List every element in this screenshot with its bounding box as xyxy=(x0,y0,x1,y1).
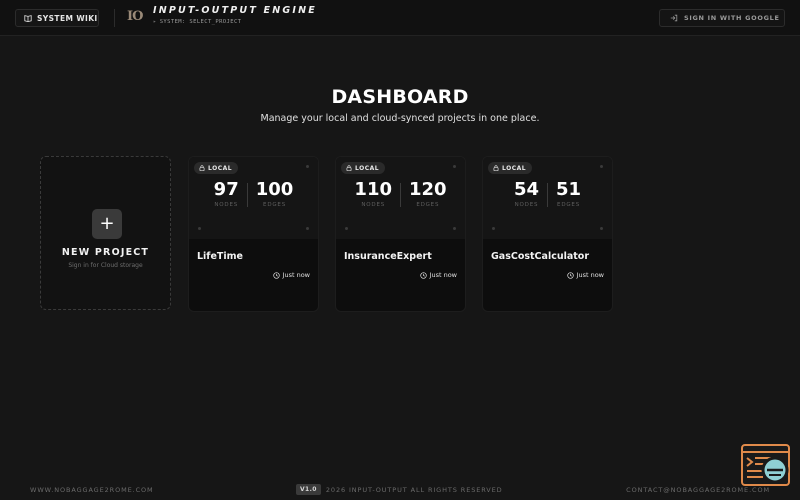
nodes-label: NODES xyxy=(361,202,386,208)
nodes-count: 97 xyxy=(213,179,239,200)
console-widget-icon xyxy=(741,444,790,486)
project-card[interactable]: LOCAL 97 NODES 100 EDGES LifeTime Just n… xyxy=(188,156,319,312)
version-badge: V1.0 xyxy=(296,484,321,495)
app-title: INPUT-OUTPUT ENGINE xyxy=(153,5,317,16)
app-logo[interactable]: IO xyxy=(127,10,147,24)
system-status-text: SYSTEM: SELECT_PROJECT xyxy=(159,19,242,25)
app-logo-text: IO xyxy=(127,9,143,24)
sign-in-google-button[interactable]: SIGN IN WITH GOOGLE xyxy=(659,9,785,27)
nodes-stat: 97 NODES xyxy=(206,179,247,208)
status-badge-label: LOCAL xyxy=(355,164,380,172)
project-card[interactable]: LOCAL 54 NODES 51 EDGES GasCostCalculato… xyxy=(482,156,613,312)
status-badge-label: LOCAL xyxy=(208,164,233,172)
corner-dot xyxy=(600,165,603,168)
console-widget-button[interactable] xyxy=(741,444,791,488)
new-project-hint: Sign in for Cloud storage xyxy=(68,262,143,269)
new-project-label: NEW PROJECT xyxy=(61,247,150,258)
project-timestamp: Just now xyxy=(272,271,310,279)
project-time-label: Just now xyxy=(282,271,310,279)
nodes-stat: 110 NODES xyxy=(346,179,400,208)
corner-dot xyxy=(453,227,456,230)
clock-icon xyxy=(566,271,574,279)
project-stats: 97 NODES 100 EDGES xyxy=(189,179,318,208)
clock-icon xyxy=(272,271,280,279)
edges-stat: 120 EDGES xyxy=(401,179,455,208)
plus-icon: + xyxy=(92,209,122,239)
edges-label: EDGES xyxy=(263,202,286,208)
system-wiki-button[interactable]: SYSTEM WIKI xyxy=(15,9,99,27)
project-time-label: Just now xyxy=(576,271,604,279)
sign-in-label: SIGN IN WITH GOOGLE xyxy=(684,14,780,22)
corner-dot xyxy=(306,227,309,230)
page-subtitle: Manage your local and cloud-synced proje… xyxy=(260,113,540,124)
project-stats: 54 NODES 51 EDGES xyxy=(483,179,612,208)
lock-icon xyxy=(199,165,205,171)
system-wiki-label: SYSTEM WIKI xyxy=(37,13,98,23)
copyright-text: 2026 INPUT-OUTPUT ALL RIGHTS RESERVED xyxy=(325,485,503,494)
edges-count: 120 xyxy=(409,179,447,200)
lock-icon xyxy=(493,165,499,171)
login-icon xyxy=(670,14,678,22)
project-time-label: Just now xyxy=(429,271,457,279)
project-stats: 110 NODES 120 EDGES xyxy=(336,179,465,208)
project-card-stats-area: LOCAL 110 NODES 120 EDGES xyxy=(336,157,465,239)
edges-count: 51 xyxy=(556,179,582,200)
footer-website-link[interactable]: WWW.NOBAGGAGE2ROME.COM xyxy=(30,486,154,494)
corner-dot xyxy=(453,165,456,168)
new-project-card[interactable]: + NEW PROJECT Sign in for Cloud storage xyxy=(40,156,171,310)
project-card-stats-area: LOCAL 54 NODES 51 EDGES xyxy=(483,157,612,239)
system-status: ▸ SYSTEM: SELECT_PROJECT xyxy=(153,19,241,25)
project-card-stats-area: LOCAL 97 NODES 100 EDGES xyxy=(189,157,318,239)
edges-stat: 100 EDGES xyxy=(248,179,302,208)
edges-label: EDGES xyxy=(557,202,580,208)
project-card[interactable]: LOCAL 110 NODES 120 EDGES InsuranceExper… xyxy=(335,156,466,312)
status-badge: LOCAL xyxy=(341,162,386,174)
corner-dot xyxy=(600,227,603,230)
header-divider xyxy=(114,9,115,27)
corner-dot xyxy=(492,227,495,230)
top-header: SYSTEM WIKI IO INPUT-OUTPUT ENGINE ▸ SYST… xyxy=(0,0,800,36)
nodes-stat: 54 NODES xyxy=(506,179,547,208)
nodes-label: NODES xyxy=(214,202,239,208)
nodes-count: 110 xyxy=(354,179,392,200)
book-icon xyxy=(24,15,32,22)
status-badge-label: LOCAL xyxy=(502,164,527,172)
project-timestamp: Just now xyxy=(566,271,604,279)
edges-label: EDGES xyxy=(416,202,440,208)
corner-dot xyxy=(306,165,309,168)
project-name: GasCostCalculator xyxy=(491,251,590,262)
clock-icon xyxy=(419,271,427,279)
edges-stat: 51 EDGES xyxy=(548,179,589,208)
nodes-count: 54 xyxy=(513,179,539,200)
project-name: LifeTime xyxy=(197,251,243,262)
footer-copyright: V1.0 2026 INPUT-OUTPUT ALL RIGHTS RESERV… xyxy=(296,484,503,495)
status-bullet: ▸ xyxy=(153,19,157,25)
status-badge: LOCAL xyxy=(488,162,533,174)
project-timestamp: Just now xyxy=(419,271,457,279)
status-badge: LOCAL xyxy=(194,162,239,174)
page-title: DASHBOARD xyxy=(331,86,469,108)
project-name: InsuranceExpert xyxy=(344,251,432,262)
edges-count: 100 xyxy=(255,179,294,200)
corner-dot xyxy=(345,227,348,230)
lock-icon xyxy=(346,165,352,171)
nodes-label: NODES xyxy=(514,202,539,208)
corner-dot xyxy=(198,227,201,230)
